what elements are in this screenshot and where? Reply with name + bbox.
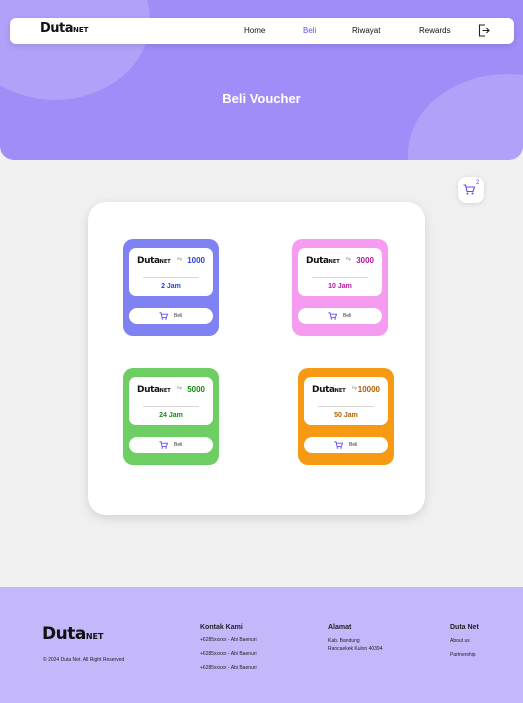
divider: [318, 406, 374, 407]
voucher-card: DutaNET Rp 5000 24 Jam Beli: [123, 368, 219, 465]
logout-icon[interactable]: [478, 24, 490, 37]
brand-logo[interactable]: DutaNET: [40, 21, 88, 36]
voucher-price: 3000: [356, 256, 374, 265]
buy-label: Beli: [343, 313, 352, 319]
divider: [143, 406, 199, 407]
currency-label: Rp: [352, 385, 358, 390]
voucher-info: DutaNET Rp 1000 2 Jam: [129, 248, 213, 296]
voucher-logo: DutaNET: [312, 385, 346, 395]
cart-count-badge: 2: [476, 180, 480, 186]
buy-button[interactable]: Beli: [129, 437, 213, 453]
buy-label: Beli: [349, 442, 358, 448]
voucher-card: DutaNET Rp 1000 2 Jam Beli: [123, 239, 219, 336]
navbar: DutaNET Home Beli Riwayat Rewards: [10, 18, 514, 44]
voucher-duration: 24 Jam: [159, 412, 183, 419]
contact-item: +6285xxxxx - Abi Baenuri: [200, 637, 257, 643]
footer-logo: DutaNET: [42, 624, 104, 644]
voucher-info: DutaNET Rp 3000 10 Jam: [298, 248, 382, 296]
buy-label: Beli: [174, 313, 183, 319]
voucher-logo: DutaNET: [306, 256, 340, 266]
footer: DutaNET © 2024 Duta Net. All Right Reser…: [0, 587, 523, 703]
address-line: Kab. Bandung: [328, 638, 360, 644]
currency-label: Rp: [177, 385, 183, 390]
voucher-card: DutaNET Rp 3000 10 Jam Beli: [292, 239, 388, 336]
voucher-info: DutaNET Rp 10000 50 Jam: [304, 377, 388, 425]
address-line: Rancaekek Kulon 40394: [328, 646, 383, 652]
voucher-price: 5000: [187, 385, 205, 394]
buy-button[interactable]: Beli: [304, 437, 388, 453]
about-us-link[interactable]: About us: [450, 638, 470, 645]
partnership-link[interactable]: Partnership: [450, 652, 476, 659]
contact-item: +6285xxxxx - Abi Baenuri: [200, 651, 257, 657]
voucher-logo: DutaNET: [137, 385, 171, 395]
buy-button[interactable]: Beli: [298, 308, 382, 324]
voucher-logo: DutaNET: [137, 256, 171, 266]
cart-icon: [159, 441, 168, 449]
decorative-circle: [0, 0, 150, 100]
buy-label: Beli: [174, 442, 183, 448]
nav-beli[interactable]: Beli: [303, 26, 316, 35]
voucher-price: 1000: [187, 256, 205, 265]
contact-heading: Kontak Kami: [200, 624, 243, 631]
voucher-duration: 50 Jam: [334, 412, 358, 419]
currency-label: Rp: [346, 256, 352, 261]
nav-home[interactable]: Home: [244, 26, 265, 35]
voucher-info: DutaNET Rp 5000 24 Jam: [129, 377, 213, 425]
voucher-duration: 10 Jam: [328, 283, 352, 290]
address-heading: Alamat: [328, 624, 352, 631]
nav-riwayat[interactable]: Riwayat: [352, 26, 380, 35]
currency-label: Rp: [177, 256, 183, 261]
decorative-circle: [408, 74, 523, 160]
cart-icon: [463, 184, 475, 195]
buy-button[interactable]: Beli: [129, 308, 213, 324]
voucher-duration: 2 Jam: [161, 283, 181, 290]
contact-item: +6285xxxxx - Abi Baenuri: [200, 665, 257, 671]
cart-icon: [159, 312, 168, 320]
cart-icon: [328, 312, 337, 320]
page-title: Beli Voucher: [222, 91, 301, 106]
nav-rewards[interactable]: Rewards: [419, 26, 451, 35]
company-heading: Duta Net: [450, 624, 479, 631]
cart-button[interactable]: 2: [458, 177, 484, 203]
voucher-card: DutaNET Rp 10000 50 Jam Beli: [298, 368, 394, 465]
cart-icon: [334, 441, 343, 449]
divider: [143, 277, 199, 278]
divider: [312, 277, 368, 278]
voucher-price: 10000: [357, 385, 380, 394]
copyright: © 2024 Duta Net. All Right Reserved: [43, 657, 125, 663]
